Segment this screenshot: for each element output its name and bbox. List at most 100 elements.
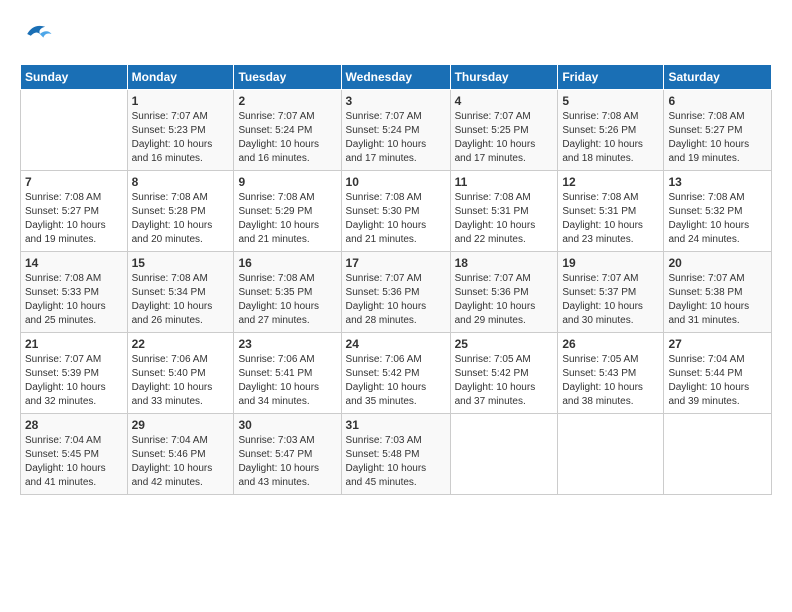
day-info: Sunrise: 7:07 AM Sunset: 5:24 PM Dayligh…: [238, 110, 336, 166]
day-info: Sunrise: 7:07 AM Sunset: 5:36 PM Dayligh…: [455, 272, 554, 328]
day-info: Sunrise: 7:08 AM Sunset: 5:33 PM Dayligh…: [25, 272, 123, 328]
calendar-cell: 10Sunrise: 7:08 AM Sunset: 5:30 PM Dayli…: [341, 171, 450, 252]
day-number: 27: [668, 337, 767, 351]
day-info: Sunrise: 7:07 AM Sunset: 5:38 PM Dayligh…: [668, 272, 767, 328]
calendar-cell: 16 Sunrise: 7:08 AM Sunset: 5:35 PM Dayli…: [234, 252, 341, 333]
calendar-cell: 3 Sunrise: 7:07 AM Sunset: 5:24 PM Daylig…: [341, 90, 450, 171]
day-info: Sunrise: 7:08 AM Sunset: 5:32 PM Dayligh…: [668, 191, 767, 247]
calendar-cell: 13 Sunrise: 7:08 AM Sunset: 5:32 PM Dayli…: [664, 171, 772, 252]
calendar-cell: [558, 414, 664, 495]
calendar-cell: [450, 414, 558, 495]
day-info: Sunrise: 7:08 AM Sunset: 5:27 PM Dayligh…: [25, 191, 123, 247]
day-info: Sunrise: 7:08 AM Sunset: 5:29 PM Dayligh…: [238, 191, 336, 247]
page-header: [20, 16, 772, 52]
day-number: 8: [132, 175, 230, 189]
day-info: Sunrise: 7:07 AM Sunset: 5:23 PM Dayligh…: [132, 110, 230, 166]
col-saturday: Saturday: [664, 65, 772, 90]
col-wednesday: Wednesday: [341, 65, 450, 90]
calendar-body: 1 Sunrise: 7:07 AM Sunset: 5:23 PM Daylig…: [21, 90, 772, 495]
day-number: 7: [25, 175, 123, 189]
day-number: 2: [238, 94, 336, 108]
calendar-header: Sunday Monday Tuesday Wednesday Thursday…: [21, 65, 772, 90]
day-number: 20: [668, 256, 767, 270]
calendar-table: Sunday Monday Tuesday Wednesday Thursday…: [20, 64, 772, 495]
calendar-cell: 24Sunrise: 7:06 AM Sunset: 5:42 PM Dayli…: [341, 333, 450, 414]
day-number: 17: [346, 256, 446, 270]
calendar-cell: 1 Sunrise: 7:07 AM Sunset: 5:23 PM Daylig…: [127, 90, 234, 171]
day-info: Sunrise: 7:04 AM Sunset: 5:44 PM Dayligh…: [668, 353, 767, 409]
day-info: Sunrise: 7:07 AM Sunset: 5:36 PM Dayligh…: [346, 272, 446, 328]
day-number: 26: [562, 337, 659, 351]
calendar-cell: 28 Sunrise: 7:04 AM Sunset: 5:45 PM Dayli…: [21, 414, 128, 495]
day-number: 1: [132, 94, 230, 108]
calendar-week-row: 28 Sunrise: 7:04 AM Sunset: 5:45 PM Dayli…: [21, 414, 772, 495]
day-number: 22: [132, 337, 230, 351]
day-number: 30: [238, 418, 336, 432]
col-tuesday: Tuesday: [234, 65, 341, 90]
day-info: Sunrise: 7:04 AM Sunset: 5:46 PM Dayligh…: [132, 434, 230, 490]
day-number: 23: [238, 337, 336, 351]
calendar-cell: 11Sunrise: 7:08 AM Sunset: 5:31 PM Dayli…: [450, 171, 558, 252]
calendar-cell: 27 Sunrise: 7:04 AM Sunset: 5:44 PM Dayli…: [664, 333, 772, 414]
page-container: Sunday Monday Tuesday Wednesday Thursday…: [0, 0, 792, 505]
day-info: Sunrise: 7:07 AM Sunset: 5:37 PM Dayligh…: [562, 272, 659, 328]
day-info: Sunrise: 7:08 AM Sunset: 5:30 PM Dayligh…: [346, 191, 446, 247]
day-number: 6: [668, 94, 767, 108]
calendar-cell: 18 Sunrise: 7:07 AM Sunset: 5:36 PM Dayli…: [450, 252, 558, 333]
calendar-cell: 6Sunrise: 7:08 AM Sunset: 5:27 PM Daylig…: [664, 90, 772, 171]
calendar-cell: 14Sunrise: 7:08 AM Sunset: 5:33 PM Dayli…: [21, 252, 128, 333]
day-number: 29: [132, 418, 230, 432]
calendar-week-row: 1 Sunrise: 7:07 AM Sunset: 5:23 PM Daylig…: [21, 90, 772, 171]
col-thursday: Thursday: [450, 65, 558, 90]
day-number: 12: [562, 175, 659, 189]
col-monday: Monday: [127, 65, 234, 90]
day-number: 31: [346, 418, 446, 432]
calendar-cell: 7 Sunrise: 7:08 AM Sunset: 5:27 PM Daylig…: [21, 171, 128, 252]
calendar-week-row: 7 Sunrise: 7:08 AM Sunset: 5:27 PM Daylig…: [21, 171, 772, 252]
calendar-week-row: 21 Sunrise: 7:07 AM Sunset: 5:39 PM Dayli…: [21, 333, 772, 414]
day-info: Sunrise: 7:03 AM Sunset: 5:48 PM Dayligh…: [346, 434, 446, 490]
calendar-cell: 12 Sunrise: 7:08 AM Sunset: 5:31 PM Dayli…: [558, 171, 664, 252]
logo: [20, 16, 58, 52]
day-number: 24: [346, 337, 446, 351]
calendar-cell: 4 Sunrise: 7:07 AM Sunset: 5:25 PM Daylig…: [450, 90, 558, 171]
day-number: 16: [238, 256, 336, 270]
day-info: Sunrise: 7:07 AM Sunset: 5:24 PM Dayligh…: [346, 110, 446, 166]
day-number: 4: [455, 94, 554, 108]
calendar-cell: 31 Sunrise: 7:03 AM Sunset: 5:48 PM Dayli…: [341, 414, 450, 495]
day-info: Sunrise: 7:08 AM Sunset: 5:31 PM Dayligh…: [455, 191, 554, 247]
col-sunday: Sunday: [21, 65, 128, 90]
day-info: Sunrise: 7:04 AM Sunset: 5:45 PM Dayligh…: [25, 434, 123, 490]
day-number: 25: [455, 337, 554, 351]
col-friday: Friday: [558, 65, 664, 90]
day-number: 28: [25, 418, 123, 432]
calendar-cell: 17 Sunrise: 7:07 AM Sunset: 5:36 PM Dayli…: [341, 252, 450, 333]
day-info: Sunrise: 7:07 AM Sunset: 5:39 PM Dayligh…: [25, 353, 123, 409]
calendar-cell: 5 Sunrise: 7:08 AM Sunset: 5:26 PM Daylig…: [558, 90, 664, 171]
calendar-cell: 23 Sunrise: 7:06 AM Sunset: 5:41 PM Dayli…: [234, 333, 341, 414]
day-info: Sunrise: 7:03 AM Sunset: 5:47 PM Dayligh…: [238, 434, 336, 490]
calendar-cell: 22 Sunrise: 7:06 AM Sunset: 5:40 PM Dayli…: [127, 333, 234, 414]
day-number: 9: [238, 175, 336, 189]
header-row: Sunday Monday Tuesday Wednesday Thursday…: [21, 65, 772, 90]
day-info: Sunrise: 7:08 AM Sunset: 5:35 PM Dayligh…: [238, 272, 336, 328]
day-number: 15: [132, 256, 230, 270]
day-info: Sunrise: 7:08 AM Sunset: 5:31 PM Dayligh…: [562, 191, 659, 247]
day-number: 18: [455, 256, 554, 270]
calendar-cell: 25 Sunrise: 7:05 AM Sunset: 5:42 PM Dayli…: [450, 333, 558, 414]
day-info: Sunrise: 7:07 AM Sunset: 5:25 PM Dayligh…: [455, 110, 554, 166]
day-info: Sunrise: 7:06 AM Sunset: 5:40 PM Dayligh…: [132, 353, 230, 409]
day-info: Sunrise: 7:05 AM Sunset: 5:42 PM Dayligh…: [455, 353, 554, 409]
day-number: 3: [346, 94, 446, 108]
day-number: 21: [25, 337, 123, 351]
day-number: 5: [562, 94, 659, 108]
calendar-cell: 19Sunrise: 7:07 AM Sunset: 5:37 PM Dayli…: [558, 252, 664, 333]
calendar-cell: 29 Sunrise: 7:04 AM Sunset: 5:46 PM Dayli…: [127, 414, 234, 495]
calendar-cell: 15Sunrise: 7:08 AM Sunset: 5:34 PM Dayli…: [127, 252, 234, 333]
day-number: 13: [668, 175, 767, 189]
day-info: Sunrise: 7:06 AM Sunset: 5:41 PM Dayligh…: [238, 353, 336, 409]
calendar-cell: 2 Sunrise: 7:07 AM Sunset: 5:24 PM Daylig…: [234, 90, 341, 171]
calendar-cell: 26Sunrise: 7:05 AM Sunset: 5:43 PM Dayli…: [558, 333, 664, 414]
day-info: Sunrise: 7:08 AM Sunset: 5:26 PM Dayligh…: [562, 110, 659, 166]
calendar-cell: 21 Sunrise: 7:07 AM Sunset: 5:39 PM Dayli…: [21, 333, 128, 414]
